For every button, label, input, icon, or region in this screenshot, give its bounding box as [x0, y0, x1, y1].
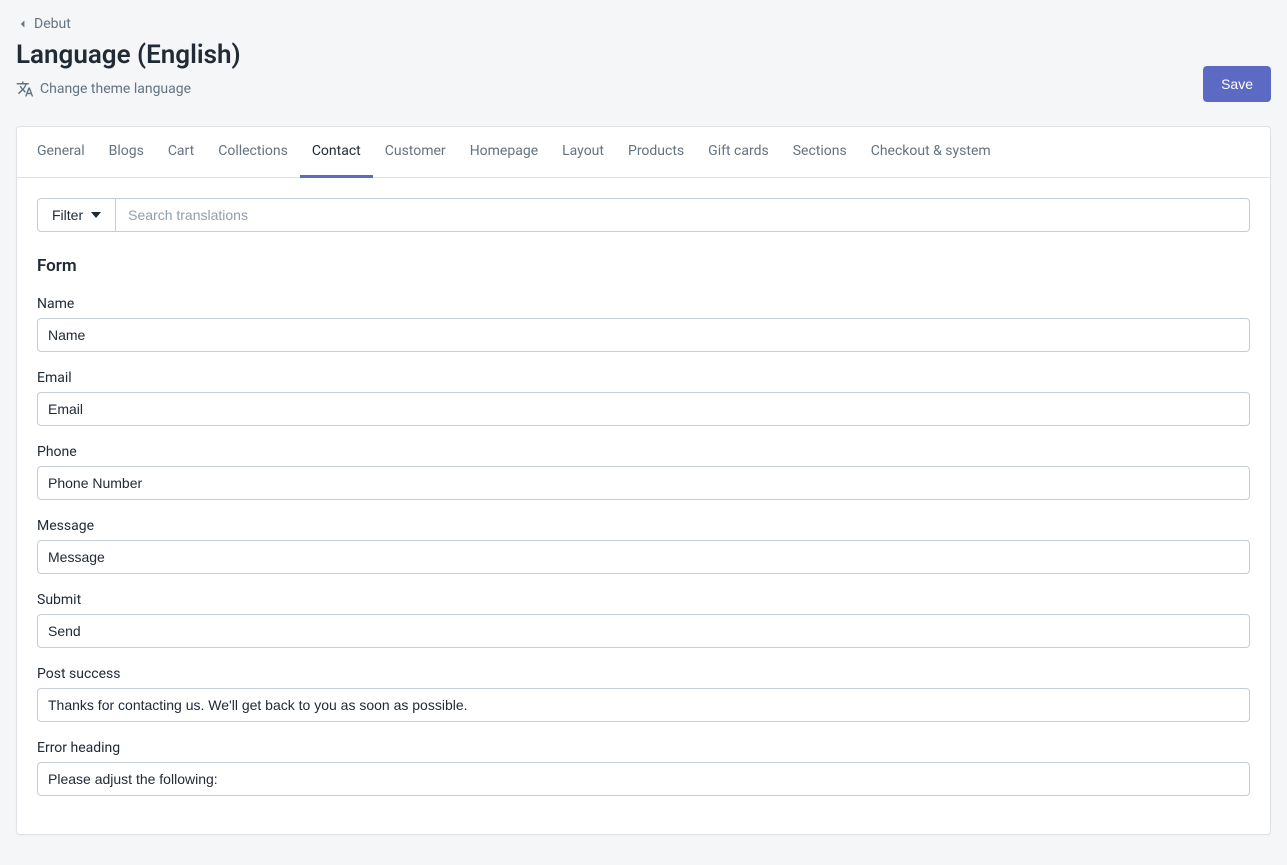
tab-label: Blogs: [109, 143, 144, 159]
tab-label: Gift cards: [708, 143, 769, 159]
tab-label: Checkout & system: [871, 143, 991, 159]
translation-field: Name: [37, 296, 1250, 352]
translation-field: Error heading: [37, 740, 1250, 796]
filter-button-label: Filter: [52, 207, 83, 223]
tab-label: Layout: [562, 143, 604, 159]
tab-label: Sections: [793, 143, 847, 159]
search-input[interactable]: [115, 198, 1250, 232]
translate-icon: [16, 80, 34, 98]
field-input[interactable]: [37, 688, 1250, 722]
tab-blogs[interactable]: Blogs: [97, 127, 156, 178]
tab-customer[interactable]: Customer: [373, 127, 458, 178]
breadcrumb-back[interactable]: Debut: [16, 16, 71, 32]
tab-checkout-system[interactable]: Checkout & system: [859, 127, 1003, 178]
tab-products[interactable]: Products: [616, 127, 696, 178]
field-label: Name: [37, 296, 1250, 312]
field-label: Submit: [37, 592, 1250, 608]
tab-label: Customer: [385, 143, 446, 159]
tab-cart[interactable]: Cart: [156, 127, 206, 178]
translation-field: Post success: [37, 666, 1250, 722]
tab-label: Homepage: [470, 143, 538, 159]
filter-button[interactable]: Filter: [37, 198, 115, 232]
translations-card: General Blogs Cart Collections Contact Custom…: [16, 126, 1271, 835]
translation-field: Message: [37, 518, 1250, 574]
field-label: Post success: [37, 666, 1250, 682]
field-input[interactable]: [37, 466, 1250, 500]
chevron-left-icon: [16, 17, 30, 31]
tab-label: Products: [628, 143, 684, 159]
tab-contact[interactable]: Contact: [300, 127, 373, 178]
translation-field: Submit: [37, 592, 1250, 648]
field-input[interactable]: [37, 762, 1250, 796]
tab-gift-cards[interactable]: Gift cards: [696, 127, 781, 178]
field-label: Email: [37, 370, 1250, 386]
field-label: Phone: [37, 444, 1250, 460]
tab-label: General: [37, 143, 85, 159]
field-label: Error heading: [37, 740, 1250, 756]
tabs-container: General Blogs Cart Collections Contact Custom…: [17, 127, 1270, 178]
translation-field: Email: [37, 370, 1250, 426]
tab-label: Contact: [312, 143, 361, 159]
tab-label: Cart: [168, 143, 194, 159]
field-input[interactable]: [37, 318, 1250, 352]
tab-collections[interactable]: Collections: [206, 127, 300, 178]
caret-down-icon: [91, 210, 101, 220]
field-label: Message: [37, 518, 1250, 534]
tab-homepage[interactable]: Homepage: [458, 127, 550, 178]
tab-sections[interactable]: Sections: [781, 127, 859, 178]
page-title: Language (English): [16, 40, 1203, 70]
translation-field: Phone: [37, 444, 1250, 500]
save-button[interactable]: Save: [1203, 66, 1271, 102]
change-theme-language-label: Change theme language: [40, 81, 191, 97]
field-input[interactable]: [37, 392, 1250, 426]
breadcrumb-label: Debut: [34, 16, 71, 32]
tab-general[interactable]: General: [25, 127, 97, 178]
field-input[interactable]: [37, 540, 1250, 574]
tab-label: Collections: [218, 143, 288, 159]
change-theme-language-link[interactable]: Change theme language: [16, 80, 191, 98]
section-heading: Form: [37, 256, 1250, 276]
tab-layout[interactable]: Layout: [550, 127, 616, 178]
field-input[interactable]: [37, 614, 1250, 648]
